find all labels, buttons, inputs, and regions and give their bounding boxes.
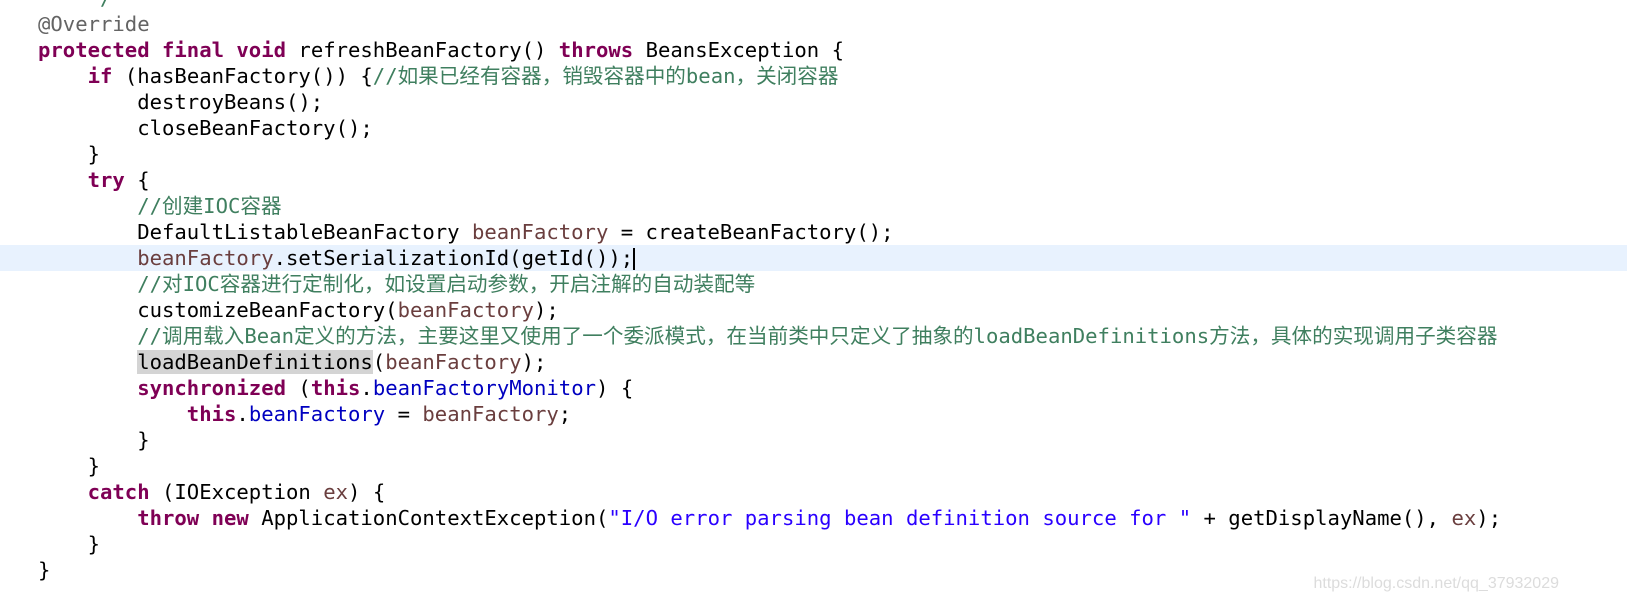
code-token: {: [124, 168, 150, 192]
code-token: ApplicationContextException(: [248, 506, 609, 530]
code-token: (: [286, 376, 311, 400]
code-line[interactable]: }: [0, 427, 1627, 453]
code-token: ) {: [596, 376, 634, 400]
code-token: refreshBeanFactory(): [286, 38, 559, 62]
code-token: beanFactory: [385, 350, 522, 374]
code-line[interactable]: try {: [0, 167, 1627, 193]
code-token: }: [38, 532, 100, 556]
code-token: loadBeanDefinitions: [137, 350, 373, 374]
code-token: ex: [1451, 506, 1477, 530]
code-token: void: [236, 38, 287, 62]
code-line[interactable]: DefaultListableBeanFactory beanFactory =…: [0, 219, 1627, 245]
code-line[interactable]: throw new ApplicationContextException("I…: [0, 505, 1627, 531]
code-token: }: [38, 454, 100, 478]
code-token: }: [38, 142, 100, 166]
code-token: beanFactory: [248, 402, 386, 426]
code-line[interactable]: */: [0, 0, 1627, 11]
code-token: //创建IOC容器: [137, 194, 282, 218]
code-line[interactable]: protected final void refreshBeanFactory(…: [0, 37, 1627, 63]
code-token: + getDisplayName(),: [1191, 506, 1452, 530]
watermark: https://blog.csdn.net/qq_37932029: [1313, 575, 1559, 592]
code-token: "I/O error parsing bean definition sourc…: [608, 506, 1192, 530]
code-token: closeBeanFactory();: [38, 116, 373, 140]
code-token: new: [211, 506, 249, 530]
code-line[interactable]: closeBeanFactory();: [0, 115, 1627, 141]
code-line[interactable]: this.beanFactory = beanFactory;: [0, 401, 1627, 427]
code-token: beanFactory: [471, 220, 609, 244]
code-token: ) {: [348, 480, 386, 504]
code-token: .: [360, 376, 373, 400]
code-token: );: [1476, 506, 1502, 530]
code-line[interactable]: //对IOC容器进行定制化，如设置启动参数，开启注解的自动装配等: [0, 271, 1627, 297]
code-line[interactable]: if (hasBeanFactory()) {//如果已经有容器，销毁容器中的b…: [0, 63, 1627, 89]
code-token: try: [87, 168, 125, 192]
code-token: throw: [137, 506, 200, 530]
code-token: if: [87, 64, 113, 88]
code-line-current[interactable]: beanFactory.setSerializationId(getId());: [0, 245, 1627, 271]
code-token: */: [88, 0, 113, 10]
code-line[interactable]: catch (IOException ex) {: [0, 479, 1627, 505]
code-token: //调用载入Bean定义的方法，主要这里又使用了一个委派模式，在当前类中只定义了…: [137, 324, 1498, 348]
code-token: beanFactoryMonitor: [372, 376, 597, 400]
code-line[interactable]: synchronized (this.beanFactoryMonitor) {: [0, 375, 1627, 401]
code-token: }: [38, 558, 51, 582]
code-token: synchronized: [137, 376, 286, 400]
code-token: (: [372, 350, 386, 374]
code-token: throws: [558, 38, 634, 62]
code-editor[interactable]: */ @Overrideprotected final void refreshB…: [0, 0, 1627, 583]
code-line[interactable]: destroyBeans();: [0, 89, 1627, 115]
code-token: DefaultListableBeanFactory: [38, 220, 472, 244]
code-token: catch: [87, 480, 150, 504]
code-token: = createBeanFactory();: [608, 220, 894, 244]
code-token: final: [162, 38, 224, 62]
code-token: //对IOC容器进行定制化，如设置启动参数，开启注解的自动装配等: [137, 272, 756, 296]
code-line[interactable]: }: [0, 141, 1627, 167]
code-token: this: [310, 376, 361, 400]
code-token: destroyBeans();: [38, 90, 324, 114]
code-token: customizeBeanFactory(: [38, 298, 398, 322]
code-token: ;: [558, 402, 572, 426]
code-token: }: [38, 428, 150, 452]
code-token: //如果已经有容器，销毁容器中的bean，关闭容器: [372, 64, 839, 88]
code-token: ex: [323, 480, 349, 504]
code-token: );: [521, 350, 547, 374]
code-token: BeansException {: [633, 38, 844, 62]
code-token: beanFactory: [422, 402, 559, 426]
code-line[interactable]: //调用载入Bean定义的方法，主要这里又使用了一个委派模式，在当前类中只定义了…: [0, 323, 1627, 349]
code-line[interactable]: loadBeanDefinitions(beanFactory);: [0, 349, 1627, 375]
text-caret: [633, 248, 636, 270]
code-token: );: [533, 298, 559, 322]
code-token: @Override: [38, 12, 150, 36]
code-token: this: [186, 402, 237, 426]
code-token: (hasBeanFactory()) {: [112, 64, 373, 88]
code-line[interactable]: }: [0, 531, 1627, 557]
code-token: protected: [38, 38, 150, 62]
code-line[interactable]: customizeBeanFactory(beanFactory);: [0, 297, 1627, 323]
code-token: beanFactory: [137, 246, 274, 270]
code-line[interactable]: //创建IOC容器: [0, 193, 1627, 219]
code-token: =: [385, 402, 423, 426]
code-line[interactable]: }: [0, 453, 1627, 479]
code-line[interactable]: @Override: [0, 11, 1627, 37]
code-token: beanFactory: [397, 298, 534, 322]
code-token: (IOException: [149, 480, 324, 504]
code-token: .: [236, 402, 249, 426]
code-token: .setSerializationId(getId());: [273, 246, 634, 270]
